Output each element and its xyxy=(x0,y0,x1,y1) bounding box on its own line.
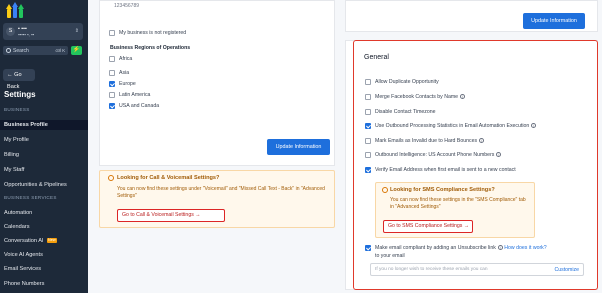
sidebar-item-label: Conversation AI xyxy=(4,238,44,244)
app-logo[interactable] xyxy=(5,2,24,18)
sidebar-item-email-services[interactable]: Email Services xyxy=(0,264,88,274)
region-label: USA and Canada xyxy=(119,103,160,109)
call-voicemail-warning: Looking for Call & Voicemail Settings? Y… xyxy=(99,170,335,228)
update-information-button[interactable]: Update Information xyxy=(267,139,330,155)
sidebar: S ▪ ▪▪▪ ▪▪▪▪▪ ▪, ▪▪ ⇕ Search ctrl K ⚡ ← … xyxy=(0,0,88,293)
new-badge: New xyxy=(46,238,58,244)
sidebar-item-my-staff[interactable]: My Staff xyxy=(0,165,88,175)
section-business-services: BUSINESS SERVICES xyxy=(4,195,57,200)
account-subtitle: ▪▪▪▪▪ ▪, ▪▪ xyxy=(18,32,35,37)
sidebar-item-automation[interactable]: Automation xyxy=(0,208,88,218)
region-label: Asia xyxy=(119,70,130,76)
sidebar-search[interactable]: Search ctrl K xyxy=(3,46,68,55)
highlight-box xyxy=(353,40,598,290)
region-label: Europe xyxy=(119,81,136,87)
settings-title: Settings xyxy=(4,90,36,99)
search-label: Search xyxy=(13,47,29,54)
account-switcher[interactable]: S ▪ ▪▪▪ ▪▪▪▪▪ ▪, ▪▪ ⇕ xyxy=(3,23,83,40)
warning-text: You can now find these settings under "V… xyxy=(117,186,325,199)
phone-field-value[interactable]: 123456789 xyxy=(114,3,139,9)
sidebar-item-phone-numbers[interactable]: Phone Numbers xyxy=(0,279,88,289)
search-icon xyxy=(6,47,11,53)
account-name: ▪ ▪▪▪ xyxy=(18,25,27,32)
sidebar-item-voice-ai[interactable]: Voice AI Agents xyxy=(0,250,88,260)
go-to-call-voicemail-settings-button[interactable]: Go to Call & Voicemail Settings → xyxy=(117,209,225,222)
section-business: BUSINESS xyxy=(4,107,30,112)
chevron-updown-icon: ⇕ xyxy=(74,28,79,34)
sidebar-item-billing[interactable]: Billing xyxy=(0,150,88,160)
region-label: Africa xyxy=(119,56,133,62)
quick-actions-bolt-icon[interactable]: ⚡ xyxy=(71,46,82,55)
region-europe-checkbox[interactable] xyxy=(109,81,115,87)
region-africa-checkbox[interactable] xyxy=(109,56,115,62)
not-registered-checkbox[interactable] xyxy=(109,30,115,36)
search-shortcut: ctrl K xyxy=(55,47,65,53)
business-info-card: 123456789 My business is not registered … xyxy=(99,0,335,166)
region-latam-checkbox[interactable] xyxy=(109,92,115,98)
region-label: Latin America xyxy=(119,92,151,98)
sidebar-item-opportunities[interactable]: Opportunities & Pipelines xyxy=(0,180,88,190)
sidebar-item-my-profile[interactable]: My Profile xyxy=(0,135,88,145)
warning-icon xyxy=(108,175,114,181)
regions-header: Business Regions of Operations xyxy=(110,45,191,51)
not-registered-label: My business is not registered xyxy=(119,30,187,36)
go-back-button[interactable]: ← Go Back xyxy=(3,69,35,90)
region-asia-checkbox[interactable] xyxy=(109,70,115,76)
sidebar-item-calendars[interactable]: Calendars xyxy=(0,222,88,232)
sidebar-item-conversation-ai[interactable]: Conversation AI New xyxy=(0,236,88,246)
account-avatar: S xyxy=(6,27,15,36)
warning-title: Looking for Call & Voicemail Settings? xyxy=(117,175,220,181)
right-top-card: Update Information xyxy=(345,0,598,32)
update-information-button-top[interactable]: Update Information xyxy=(523,13,585,29)
sidebar-item-business-profile[interactable]: Business Profile xyxy=(0,120,88,130)
region-usa-canada-checkbox[interactable] xyxy=(109,103,115,109)
